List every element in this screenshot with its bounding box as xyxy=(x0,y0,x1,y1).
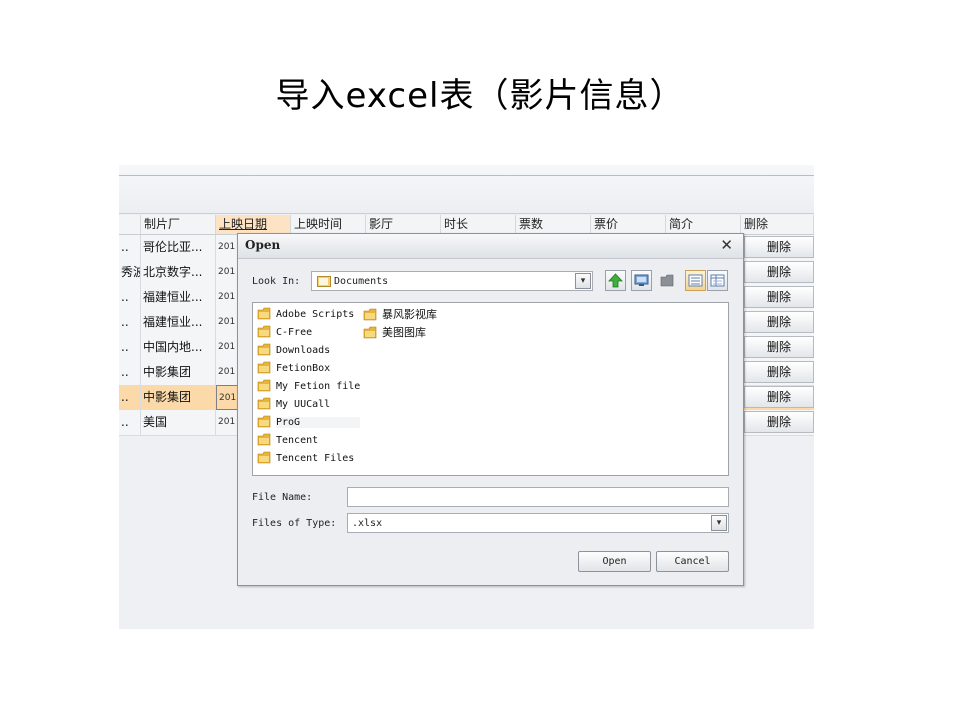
row-studio: 哥伦比亚... xyxy=(141,235,216,260)
header-tickets[interactable]: 票数 xyxy=(516,215,591,234)
header-release-time[interactable]: 上映时间 xyxy=(291,215,366,234)
desktop-button[interactable] xyxy=(631,270,652,291)
delete-button[interactable]: 删除 xyxy=(744,286,814,308)
folder-icon xyxy=(257,325,271,337)
details-view-button[interactable] xyxy=(707,270,728,291)
folder-item[interactable]: My UUCall xyxy=(257,397,330,413)
file-name-label: File Name: xyxy=(252,492,313,503)
list-view-button[interactable] xyxy=(685,270,706,291)
slide-title: 导入excel表（影片信息） xyxy=(275,76,685,116)
delete-button[interactable]: 删除 xyxy=(744,361,814,383)
file-type-label: Files of Type: xyxy=(252,518,337,529)
dialog-titlebar[interactable]: Open ✕ xyxy=(238,234,743,259)
file-type-value: .xlsx xyxy=(352,518,383,529)
open-dialog: Open ✕ Look In: Documents ▾ Adobe Script… xyxy=(237,233,744,586)
header-studio[interactable]: 制片厂 xyxy=(141,215,216,234)
details-view-icon xyxy=(710,274,725,287)
open-button[interactable]: Open xyxy=(578,551,651,572)
row-studio: 中影集团 xyxy=(141,385,216,410)
header-delete[interactable]: 删除 xyxy=(741,215,814,234)
header-duration[interactable]: 时长 xyxy=(441,215,516,234)
header-summary[interactable]: 简介 xyxy=(666,215,741,234)
row-studio: 中影集团 xyxy=(141,360,216,385)
folder-item[interactable]: 暴风影视库 xyxy=(363,307,437,323)
cancel-button[interactable]: Cancel xyxy=(656,551,729,572)
file-list[interactable]: Adobe Scripts C-Free Downloads FetionBox… xyxy=(252,302,729,476)
row-studio: 美国 xyxy=(141,410,216,435)
folder-item[interactable]: C-Free xyxy=(257,325,312,341)
delete-button[interactable]: 删除 xyxy=(744,311,814,333)
desktop-icon xyxy=(634,274,649,286)
row-lead: .. xyxy=(119,310,141,335)
folder-icon xyxy=(257,361,271,373)
folder-item[interactable]: ProG xyxy=(257,415,361,431)
row-studio: 中国内地... xyxy=(141,335,216,360)
close-icon[interactable]: ✕ xyxy=(720,236,733,254)
row-lead: .. xyxy=(119,360,141,385)
row-lead: .. xyxy=(119,285,141,310)
folder-icon xyxy=(257,307,271,319)
row-studio: 北京数字... xyxy=(141,260,216,285)
look-in-combo[interactable]: Documents ▾ xyxy=(311,271,593,291)
folder-icon xyxy=(363,326,377,338)
new-folder-icon xyxy=(660,274,674,287)
delete-button[interactable]: 删除 xyxy=(744,411,814,433)
header-release-date[interactable]: 上映日期 xyxy=(216,215,291,234)
folder-item[interactable]: Adobe Scripts xyxy=(257,307,354,323)
list-view-icon xyxy=(688,274,703,287)
folder-icon xyxy=(257,415,271,427)
folder-icon xyxy=(257,433,271,445)
folder-icon xyxy=(317,276,331,287)
header-price[interactable]: 票价 xyxy=(591,215,666,234)
folder-item[interactable]: FetionBox xyxy=(257,361,330,377)
row-lead: .. xyxy=(119,235,141,260)
file-type-combo[interactable]: .xlsx ▾ xyxy=(347,513,729,533)
header-lead xyxy=(119,215,141,234)
look-in-label: Look In: xyxy=(252,276,301,287)
dialog-title: Open xyxy=(245,238,281,252)
delete-button[interactable]: 删除 xyxy=(744,386,814,408)
file-name-input[interactable] xyxy=(347,487,729,507)
delete-button[interactable]: 删除 xyxy=(744,236,814,258)
folder-item[interactable]: My Fetion file xyxy=(257,379,360,395)
new-folder-button[interactable] xyxy=(657,270,678,291)
header-hall[interactable]: 影厅 xyxy=(366,215,441,234)
folder-item[interactable]: 美图图库 xyxy=(363,325,426,341)
row-lead: 秀波 xyxy=(119,260,141,285)
grid-header: 制片厂 上映日期 上映时间 影厅 时长 票数 票价 简介 删除 xyxy=(119,215,814,235)
folder-item[interactable]: Downloads xyxy=(257,343,330,359)
folder-icon xyxy=(257,397,271,409)
folder-item[interactable]: Tencent xyxy=(257,433,318,449)
app-toolbar xyxy=(119,165,814,214)
row-studio: 福建恒业... xyxy=(141,285,216,310)
folder-icon xyxy=(363,308,377,320)
chevron-down-icon[interactable]: ▾ xyxy=(711,515,727,531)
row-studio: 福建恒业... xyxy=(141,310,216,335)
folder-item[interactable]: Tencent Files xyxy=(257,451,354,467)
folder-icon xyxy=(257,379,271,391)
folder-icon xyxy=(257,343,271,355)
folder-icon xyxy=(257,451,271,463)
delete-button[interactable]: 删除 xyxy=(744,261,814,283)
chevron-down-icon[interactable]: ▾ xyxy=(575,273,591,289)
row-lead: .. xyxy=(119,410,141,435)
row-lead: .. xyxy=(119,335,141,360)
up-folder-button[interactable] xyxy=(605,270,626,291)
row-lead: .. xyxy=(119,385,141,410)
up-arrow-icon xyxy=(608,273,623,288)
delete-button[interactable]: 删除 xyxy=(744,336,814,358)
look-in-value: Documents xyxy=(334,276,389,287)
